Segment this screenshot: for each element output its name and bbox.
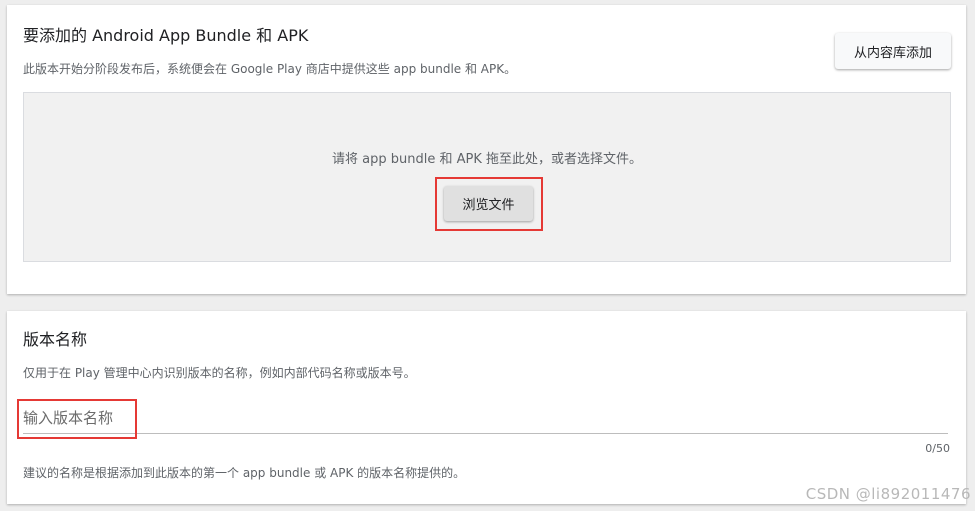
upload-section-subtitle: 此版本开始分阶段发布后，系统便会在 Google Play 商店中提供这些 ap… [23, 62, 517, 76]
browse-files-button[interactable]: 浏览文件 [444, 186, 533, 221]
version-name-input[interactable] [23, 402, 948, 434]
upload-section-title: 要添加的 Android App Bundle 和 APK [23, 26, 309, 45]
app-bundle-upload-card: 要添加的 Android App Bundle 和 APK 此版本开始分阶段发布… [7, 5, 966, 294]
dropzone-instructions: 请将 app bundle 和 APK 拖至此处，或者选择文件。 [332, 152, 642, 167]
version-name-helper-text: 建议的名称是根据添加到此版本的第一个 app bundle 或 APK 的版本名… [23, 466, 466, 480]
character-counter: 0/50 [925, 442, 950, 455]
version-name-card: 版本名称 仅用于在 Play 管理中心内识别版本的名称，例如内部代码名称或版本号… [7, 311, 966, 504]
browse-highlight-box: 浏览文件 [435, 177, 543, 231]
add-from-library-button[interactable]: 从内容库添加 [835, 33, 951, 69]
file-dropzone[interactable]: 请将 app bundle 和 APK 拖至此处，或者选择文件。 浏览文件 [23, 92, 951, 262]
version-input-highlight-box [17, 399, 137, 439]
version-section-subtitle: 仅用于在 Play 管理中心内识别版本的名称，例如内部代码名称或版本号。 [23, 366, 416, 380]
version-section-title: 版本名称 [23, 330, 88, 349]
csdn-watermark: CSDN @li892011476 [805, 485, 971, 503]
